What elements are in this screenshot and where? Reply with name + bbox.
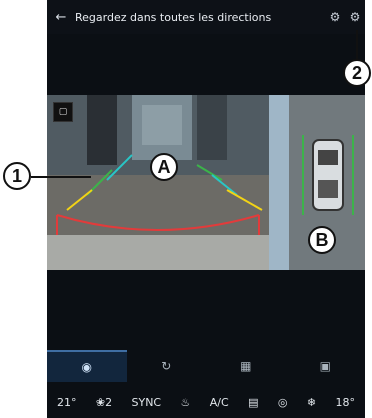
- tab-front-camera[interactable]: ↻: [127, 350, 207, 382]
- side-camera-icon: ▦: [240, 359, 252, 373]
- camera-view-main: ▢: [47, 95, 269, 270]
- left-temperature[interactable]: 21°: [57, 396, 77, 409]
- right-temperature[interactable]: 18°: [336, 396, 356, 409]
- fan-icon: ❀: [95, 395, 106, 409]
- ac-button[interactable]: A/C: [210, 396, 229, 409]
- seat-cool-icon[interactable]: ❄: [307, 396, 316, 409]
- callout-1-leader: [31, 176, 91, 178]
- callout-2: 2: [343, 59, 371, 87]
- steering-heat-icon[interactable]: ◎: [278, 396, 288, 409]
- seat-heat-icon[interactable]: ♨: [181, 396, 191, 409]
- sync-button[interactable]: SYNC: [132, 396, 162, 409]
- page-title: Regardez dans toutes les directions: [75, 10, 272, 24]
- front-camera-icon: ↻: [161, 359, 172, 373]
- camera-tabs: ◉ ↻ ▦ ▣: [47, 350, 365, 382]
- defrost-icon[interactable]: ▤: [248, 396, 258, 409]
- tab-rear-camera[interactable]: ◉: [47, 350, 127, 382]
- mirror-camera-icon: ▣: [319, 359, 331, 373]
- callout-2-leader: [356, 30, 358, 60]
- tab-side-camera[interactable]: ▦: [206, 350, 286, 382]
- callout-1: 1: [3, 162, 31, 190]
- back-arrow-icon[interactable]: ←: [47, 10, 75, 25]
- view-mode-icon[interactable]: ▢: [53, 102, 73, 122]
- fan-level[interactable]: ❀2: [96, 396, 112, 409]
- camera-settings-icon[interactable]: ⚙: [325, 10, 345, 24]
- callout-a: A: [150, 153, 178, 181]
- gear-icon[interactable]: ⚙: [345, 10, 365, 24]
- rear-camera-icon: ◉: [81, 360, 92, 374]
- climate-bar: 21° ❀2 SYNC ♨ A/C ▤ ◎ ❄ 18°: [47, 386, 365, 418]
- top-bar: ← Regardez dans toutes les directions ⚙ …: [47, 0, 365, 34]
- fan-level-value: 2: [105, 395, 113, 409]
- callout-b: B: [308, 226, 336, 254]
- camera-screen: ← Regardez dans toutes les directions ⚙ …: [47, 0, 365, 418]
- tab-mirror-camera[interactable]: ▣: [286, 350, 366, 382]
